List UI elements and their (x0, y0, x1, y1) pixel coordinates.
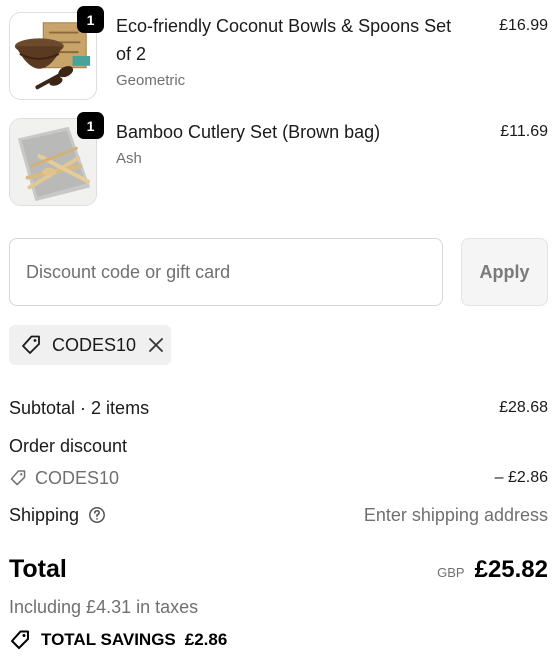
shipping-label-group: Shipping (9, 505, 106, 526)
currency-code: GBP (437, 565, 465, 580)
subtotal-value: £28.68 (499, 399, 548, 416)
subtotal-row: Subtotal · 2 items £28.68 (9, 397, 548, 419)
total-amount: £25.82 (474, 556, 548, 583)
product-price: £11.69 (500, 123, 548, 140)
savings-amount: £2.86 (184, 630, 228, 649)
tag-icon (11, 630, 29, 649)
tag-icon (22, 335, 40, 354)
remove-discount-button[interactable] (148, 337, 164, 353)
discount-code-row: CODES10 – £2.86 (9, 467, 548, 489)
product-thumbnail-container: 1 (9, 6, 104, 100)
shipping-label: Shipping (9, 504, 80, 525)
product-price: £16.99 (499, 17, 548, 34)
tag-icon (10, 470, 26, 486)
line-item-info: Eco-friendly Coconut Bowls & Spoons Set … (116, 12, 468, 100)
product-title: Eco-friendly Coconut Bowls & Spoons Set … (116, 16, 452, 64)
discount-code-input[interactable] (9, 238, 443, 306)
total-savings: TOTAL SAVINGS £2.86 (9, 629, 227, 651)
order-discount-label: Order discount (9, 435, 128, 456)
apply-discount-button[interactable]: Apply (461, 238, 548, 306)
discount-code-line: CODES10 (9, 468, 119, 489)
product-variant: Geometric (116, 72, 186, 89)
discount-value: – £2.86 (494, 469, 548, 486)
shipping-value: Enter shipping address (363, 504, 548, 525)
quantity-badge: 1 (77, 6, 104, 33)
line-item-info: Bamboo Cutlery Set (Brown bag) Ash (116, 118, 468, 206)
quantity-badge: 1 (77, 112, 104, 139)
savings-label: TOTAL SAVINGS (41, 630, 176, 649)
subtotal-label: Subtotal · 2 items (9, 397, 150, 418)
line-item: 1 Bamboo Cutlery Set (Brown bag) Ash £11… (9, 112, 548, 206)
applied-discount-chip: CODES10 (9, 325, 171, 365)
line-item: 1 Eco-friendly Coconut Bowls & Spoons Se… (9, 6, 548, 100)
total-label: Total (9, 555, 67, 583)
total-value-group: GBP £25.82 (437, 556, 548, 584)
close-icon (149, 338, 163, 352)
total-row: Total GBP £25.82 (9, 555, 548, 584)
order-discount-row: Order discount (9, 435, 548, 457)
taxes-note: Including £4.31 in taxes (9, 597, 199, 617)
product-title: Bamboo Cutlery Set (Brown bag) (116, 122, 381, 142)
product-variant: Ash (116, 150, 142, 167)
shipping-row: Shipping Enter shipping address (9, 504, 548, 526)
product-thumbnail-container: 1 (9, 112, 104, 206)
applied-code-text: CODES10 (52, 334, 137, 355)
shipping-help-button[interactable] (88, 506, 106, 524)
discount-form: Apply (9, 238, 548, 306)
discount-code-label: CODES10 (35, 467, 120, 488)
question-circle-icon (89, 507, 106, 523)
